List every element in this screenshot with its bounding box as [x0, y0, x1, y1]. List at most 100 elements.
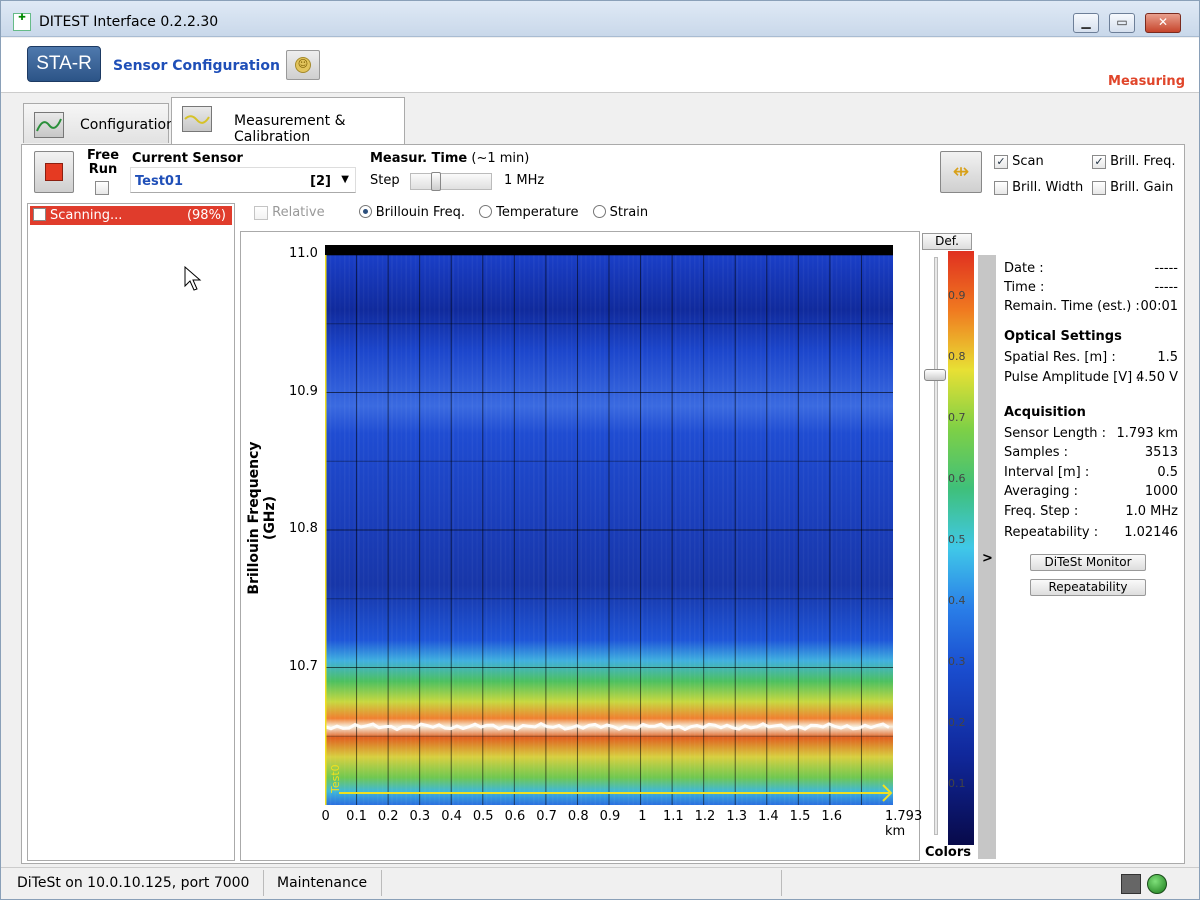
repeatability-label: Repeatability :	[1004, 525, 1099, 540]
x-tick-label: 1.3	[726, 809, 747, 824]
colorbar-slider-track[interactable]	[934, 257, 938, 835]
tab-label: Configuration	[80, 117, 175, 133]
temperature-radio[interactable]	[479, 205, 493, 218]
status-divider	[263, 870, 264, 896]
info-panel: Date : ----- Time : ----- Remain. Time (es…	[1000, 255, 1180, 861]
zoom-button[interactable]: ⇹	[940, 151, 982, 193]
step-slider-thumb[interactable]	[431, 172, 441, 191]
x-tick-label: 1	[638, 809, 647, 824]
colorbar-tick-label: 0.3	[948, 655, 966, 668]
relative-checkbox[interactable]	[254, 205, 268, 220]
info-row-date: Date : -----	[1004, 261, 1178, 279]
info-row-repeatability: Repeatability : 1.02146	[1004, 525, 1178, 543]
minimize-button[interactable]: ▁	[1073, 13, 1099, 33]
colors-label: Colors	[925, 845, 972, 860]
colorbar-slider-thumb[interactable]	[924, 369, 946, 381]
brill-width-option[interactable]: Brill. Width	[994, 180, 1083, 195]
scan-option[interactable]: ✓ Scan	[994, 154, 1044, 169]
colorbar-tick-label: 0.2	[948, 716, 966, 729]
stop-icon	[45, 163, 63, 181]
status-led-icon	[1147, 874, 1167, 894]
optical-settings-heading: Optical Settings	[1004, 329, 1122, 344]
brill-width-checkbox[interactable]	[994, 180, 1008, 195]
user-button[interactable]: ☺	[286, 50, 320, 80]
brill-freq-checkbox[interactable]: ✓	[1092, 154, 1106, 169]
x-tick-label: 0.2	[377, 809, 399, 824]
repeatability-value: 1.02146	[1124, 525, 1178, 540]
window-title: DITEST Interface 0.2.2.30	[39, 14, 219, 30]
measurement-panel: Free Run Current Sensor Test01 [2] ▼ Mea…	[21, 144, 1185, 864]
status-bar: DiTeSt on 10.0.10.125, port 7000 Mainten…	[1, 867, 1199, 899]
colorbar-tick-label: 0.8	[948, 350, 966, 363]
maximize-button[interactable]: ▭	[1109, 13, 1135, 33]
plot-top-band	[325, 245, 893, 255]
info-row-interval: Interval [m] : 0.5	[1004, 465, 1178, 483]
colorbar-tick-label: 0.5	[948, 533, 966, 546]
interval-value: 0.5	[1157, 465, 1178, 480]
x-tick-label: 0.7	[536, 809, 557, 824]
pulse-value: 4.50 V	[1136, 370, 1178, 385]
x-tick-label: 0.1	[346, 809, 367, 824]
measur-time-title: Measur. Time	[370, 151, 468, 166]
info-row-freq-step: Freq. Step : 1.0 MHz	[1004, 504, 1178, 522]
brillouin-chart[interactable]: Brillouin Frequency (GHz) 11.0 10.9 10.8 10…	[240, 231, 922, 861]
list-item[interactable]: Scanning... (98%)	[30, 206, 232, 225]
sensor-status-list[interactable]: Scanning... (98%)	[27, 203, 235, 861]
ditest-monitor-button[interactable]: DiTeSt Monitor	[1030, 554, 1146, 571]
scan-checkbox[interactable]: ✓	[994, 154, 1008, 169]
relative-option[interactable]: Relative	[254, 205, 325, 220]
info-row-time: Time : -----	[1004, 280, 1178, 298]
smile-icon: ☺	[295, 57, 311, 73]
brillouin-freq-radio[interactable]	[358, 205, 372, 218]
temperature-option[interactable]: Temperature	[479, 205, 578, 220]
brill-width-label: Brill. Width	[1012, 180, 1084, 195]
relative-label: Relative	[272, 205, 325, 220]
zoom-icon: ⇹	[952, 159, 970, 183]
repeatability-button[interactable]: Repeatability	[1030, 579, 1146, 596]
scan-item-checkbox[interactable]	[33, 208, 46, 221]
free-run-checkbox[interactable]	[95, 181, 109, 195]
measuring-status: Measuring	[1108, 74, 1185, 89]
brill-gain-checkbox[interactable]	[1092, 180, 1106, 195]
brill-freq-label: Brill. Freq.	[1110, 154, 1176, 169]
tab-measurement-calibration[interactable]: Measurement & Calibration	[171, 97, 405, 145]
brill-freq-option[interactable]: ✓ Brill. Freq.	[1092, 154, 1175, 169]
x-tick-label: 0.8	[567, 809, 589, 824]
def-button[interactable]: Def.	[922, 233, 972, 250]
time-label: Time :	[1004, 280, 1045, 295]
strain-radio[interactable]	[592, 205, 606, 218]
colorbar-tick-label: 0.6	[948, 472, 966, 485]
star-button[interactable]: STA-R	[27, 46, 101, 82]
scan-label: Scan	[1012, 154, 1044, 169]
stop-button[interactable]	[34, 151, 74, 193]
sensor-dropdown[interactable]: Test01 [2] ▼	[130, 167, 356, 193]
scan-item-percent: (98%)	[186, 208, 226, 223]
brill-gain-label: Brill. Gain	[1110, 180, 1174, 195]
x-tick-label: 1.4	[758, 809, 779, 824]
step-slider[interactable]	[410, 172, 492, 191]
heatmap-plot[interactable]: Test0	[325, 245, 893, 805]
title-bar: ✚ DITEST Interface 0.2.2.30 ▁ ▭ ✕	[1, 1, 1199, 37]
close-button[interactable]: ✕	[1145, 13, 1181, 33]
brillouin-freq-option[interactable]: Brillouin Freq.	[358, 205, 465, 220]
brill-gain-option[interactable]: Brill. Gain	[1092, 180, 1173, 195]
tab-configuration[interactable]: Configuration	[23, 103, 175, 143]
remain-label: Remain. Time (est.) :	[1004, 299, 1140, 314]
sensor-configuration-link[interactable]: Sensor Configuration	[113, 58, 280, 74]
strain-option[interactable]: Strain	[592, 205, 649, 220]
x-tick-label: 0.5	[472, 809, 494, 824]
interval-label: Interval [m] :	[1004, 465, 1090, 480]
collapse-panel-button[interactable]: >	[978, 255, 996, 859]
x-tick-label: 0.4	[441, 809, 462, 824]
x-tick-label: 1.6	[821, 809, 843, 824]
strain-label: Strain	[609, 205, 649, 220]
x-tick-label: 0	[321, 809, 330, 824]
info-row-averaging: Averaging : 1000	[1004, 484, 1178, 502]
temperature-label: Temperature	[496, 205, 579, 220]
length-value: 1.793 km	[1116, 426, 1178, 441]
x-tick-label: 0.3	[409, 809, 431, 824]
info-row-length: Sensor Length : 1.793 km	[1004, 426, 1178, 444]
x-tick-label: 1.2	[694, 809, 716, 824]
sensor-tag: Test0	[329, 764, 342, 794]
info-row-spatial: Spatial Res. [m] : 1.5	[1004, 350, 1178, 368]
